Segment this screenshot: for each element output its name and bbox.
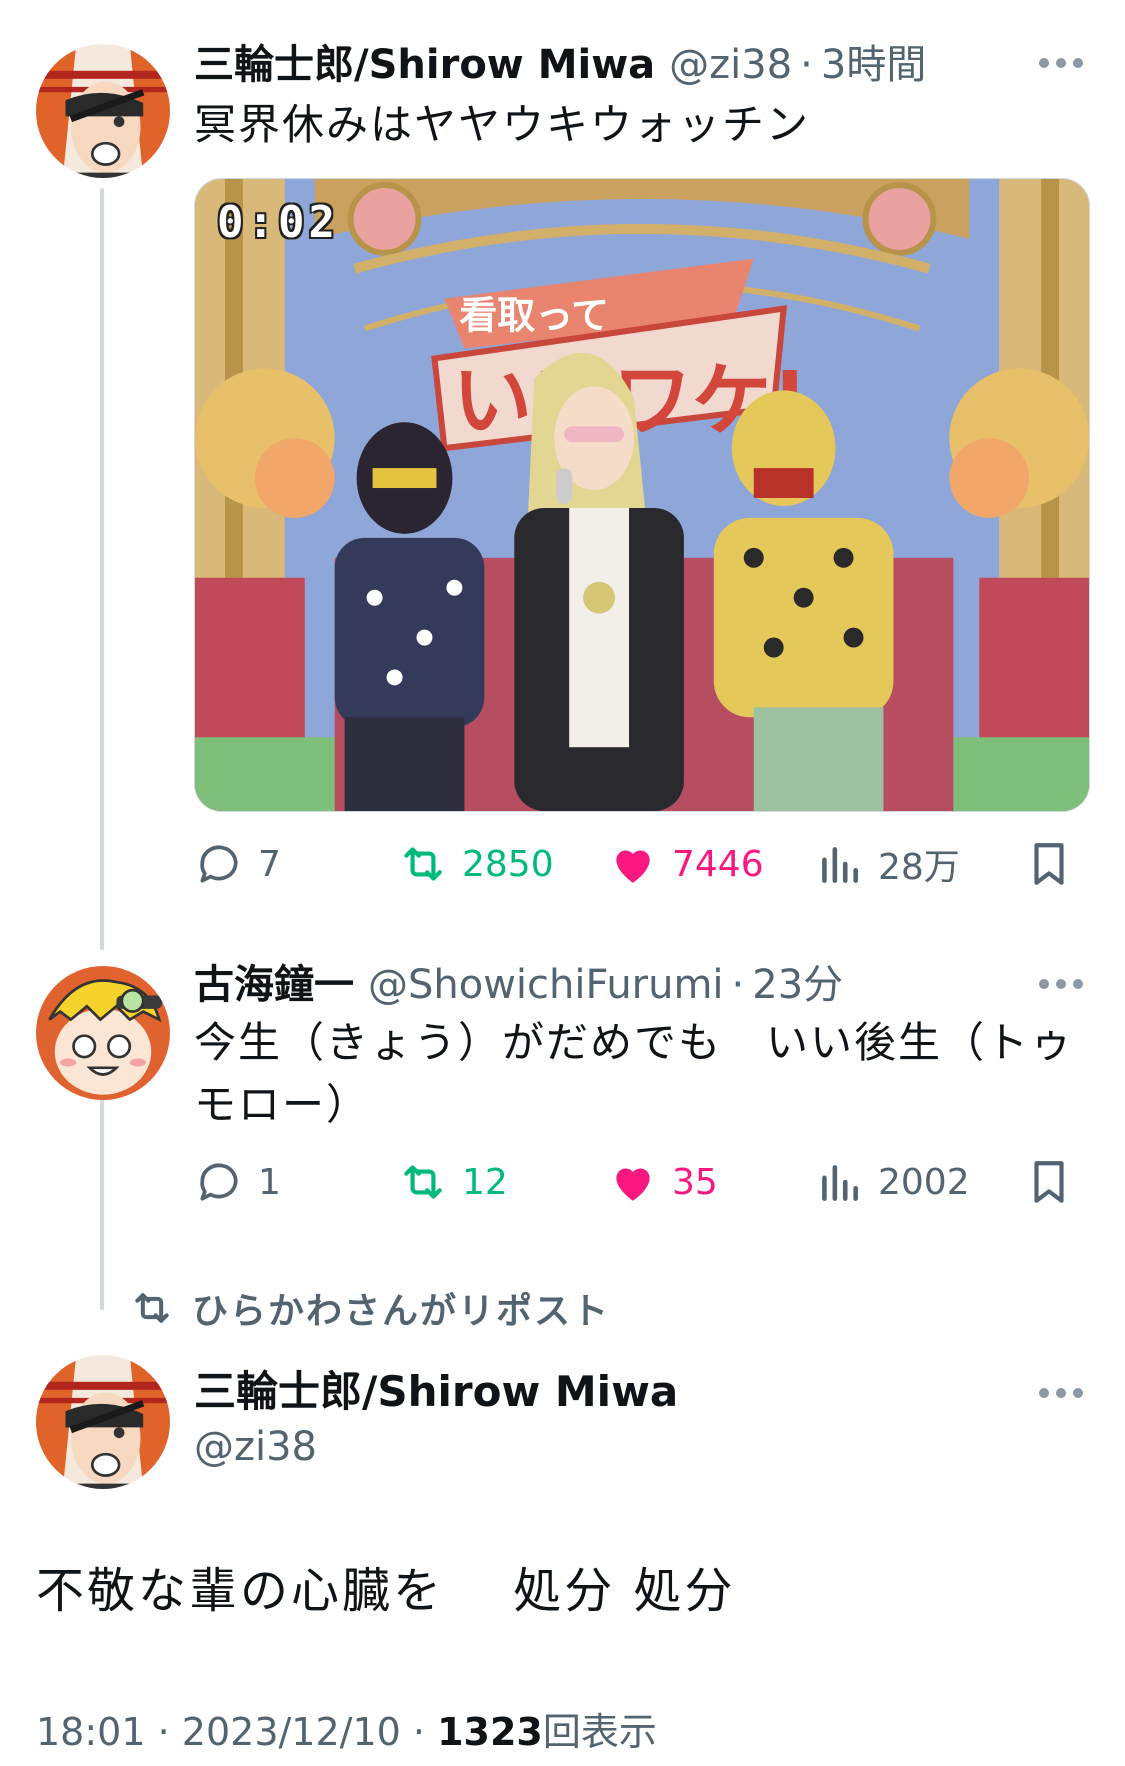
reply-icon — [200, 1163, 238, 1201]
retweet-icon — [404, 1165, 442, 1199]
tweet-actions: 7 2850 7446 28万 — [194, 836, 1074, 892]
thread-connector — [100, 1080, 104, 1310]
tweet-actions: 1 12 35 2002 — [194, 1154, 1074, 1210]
author-handle[interactable]: @ShowichiFurumi — [368, 958, 724, 1012]
like-count: 7446 — [672, 843, 764, 885]
reply-icon — [200, 845, 238, 883]
reply-button[interactable]: 7 — [194, 836, 281, 892]
reply-count: 1 — [258, 1161, 281, 1203]
bookmark-icon — [1034, 843, 1064, 885]
author-handle[interactable]: @zi38 — [669, 38, 792, 92]
heart-icon — [616, 1168, 650, 1201]
author-name[interactable]: 古海鐘一 — [194, 958, 354, 1012]
view-count: 2002 — [878, 1161, 970, 1203]
reply-button[interactable]: 1 — [194, 1154, 281, 1210]
retweet-count: 2850 — [462, 843, 554, 885]
bookmark-icon — [1034, 1161, 1064, 1203]
like-button[interactable]: 35 — [608, 1154, 718, 1210]
retweet-icon — [404, 847, 442, 881]
bookmark-button[interactable] — [1024, 1154, 1074, 1210]
bookmark-button[interactable] — [1024, 836, 1074, 892]
tweet-text: 不敬な輩の心臓を 処分 処分 — [36, 1563, 736, 1619]
views-chart-icon — [822, 847, 858, 883]
video-timestamp: 0:02 — [217, 197, 339, 248]
tweet-header: 古海鐘一 @ShowichiFurumi · 23分 — [194, 958, 843, 1012]
separator-dot: · — [731, 962, 745, 1008]
thread-page: 三輪士郎/Shirow Miwa @zi38 · 3時間 冥界休みはヤヤウキウォ… — [0, 0, 1125, 1766]
thread-connector — [100, 188, 104, 950]
more-icon[interactable] — [1039, 1386, 1083, 1400]
view-count: 1323 — [437, 1710, 543, 1754]
separator-dot: · — [800, 42, 813, 88]
separator-dot: · — [157, 1710, 170, 1754]
more-icon[interactable] — [1039, 56, 1083, 70]
retweet-button[interactable]: 2850 — [398, 836, 554, 892]
views-button[interactable]: 2002 — [814, 1154, 970, 1210]
retweet-icon — [135, 1293, 169, 1323]
tweet-text: 今生（きょう）がだめでも いい後生（トゥモロー） — [194, 1018, 1075, 1129]
more-icon[interactable] — [1039, 977, 1083, 991]
view-label: 回表示 — [542, 1710, 657, 1754]
like-button[interactable]: 7446 — [608, 836, 764, 892]
repost-banner[interactable]: ひらかわさんがリポスト — [130, 1283, 610, 1333]
views-chart-icon — [822, 1165, 858, 1201]
views-button[interactable]: 28万 — [814, 836, 960, 892]
tweet-date[interactable]: 2023/12/10 — [182, 1710, 401, 1754]
author-name[interactable]: 三輪士郎/Shirow Miwa — [194, 1364, 678, 1420]
tweet-meta: 18:01 · 2023/12/10 · 1323回表示 — [36, 1704, 657, 1760]
tweet-time[interactable]: 23分 — [752, 958, 843, 1012]
like-count: 35 — [672, 1161, 718, 1203]
retweet-count: 12 — [462, 1161, 508, 1203]
tweet-text: 冥界休みはヤヤウキウォッチン — [194, 100, 811, 149]
retweet-button[interactable]: 12 — [398, 1154, 508, 1210]
author-name[interactable]: 三輪士郎/Shirow Miwa — [194, 38, 655, 92]
heart-icon — [616, 850, 650, 883]
tweet-header: 三輪士郎/Shirow Miwa @zi38 · 3時間 — [194, 38, 926, 92]
video-player[interactable]: 看取って いいワケ! — [194, 178, 1090, 812]
author-handle[interactable]: @zi38 — [194, 1420, 317, 1474]
avatar[interactable] — [36, 1355, 170, 1489]
avatar[interactable] — [36, 966, 170, 1100]
video-thumbnail: 看取って いいワケ! — [195, 179, 1089, 811]
repost-label: ひらかわさんがリポスト — [192, 1291, 611, 1332]
view-count: 28万 — [878, 847, 960, 888]
separator-dot: · — [412, 1710, 426, 1754]
tweet-time[interactable]: 3時間 — [821, 38, 926, 92]
tweet-time[interactable]: 18:01 — [36, 1710, 146, 1754]
sign-text: 看取って — [459, 294, 609, 338]
reply-count: 7 — [258, 843, 281, 885]
avatar[interactable] — [36, 44, 170, 178]
